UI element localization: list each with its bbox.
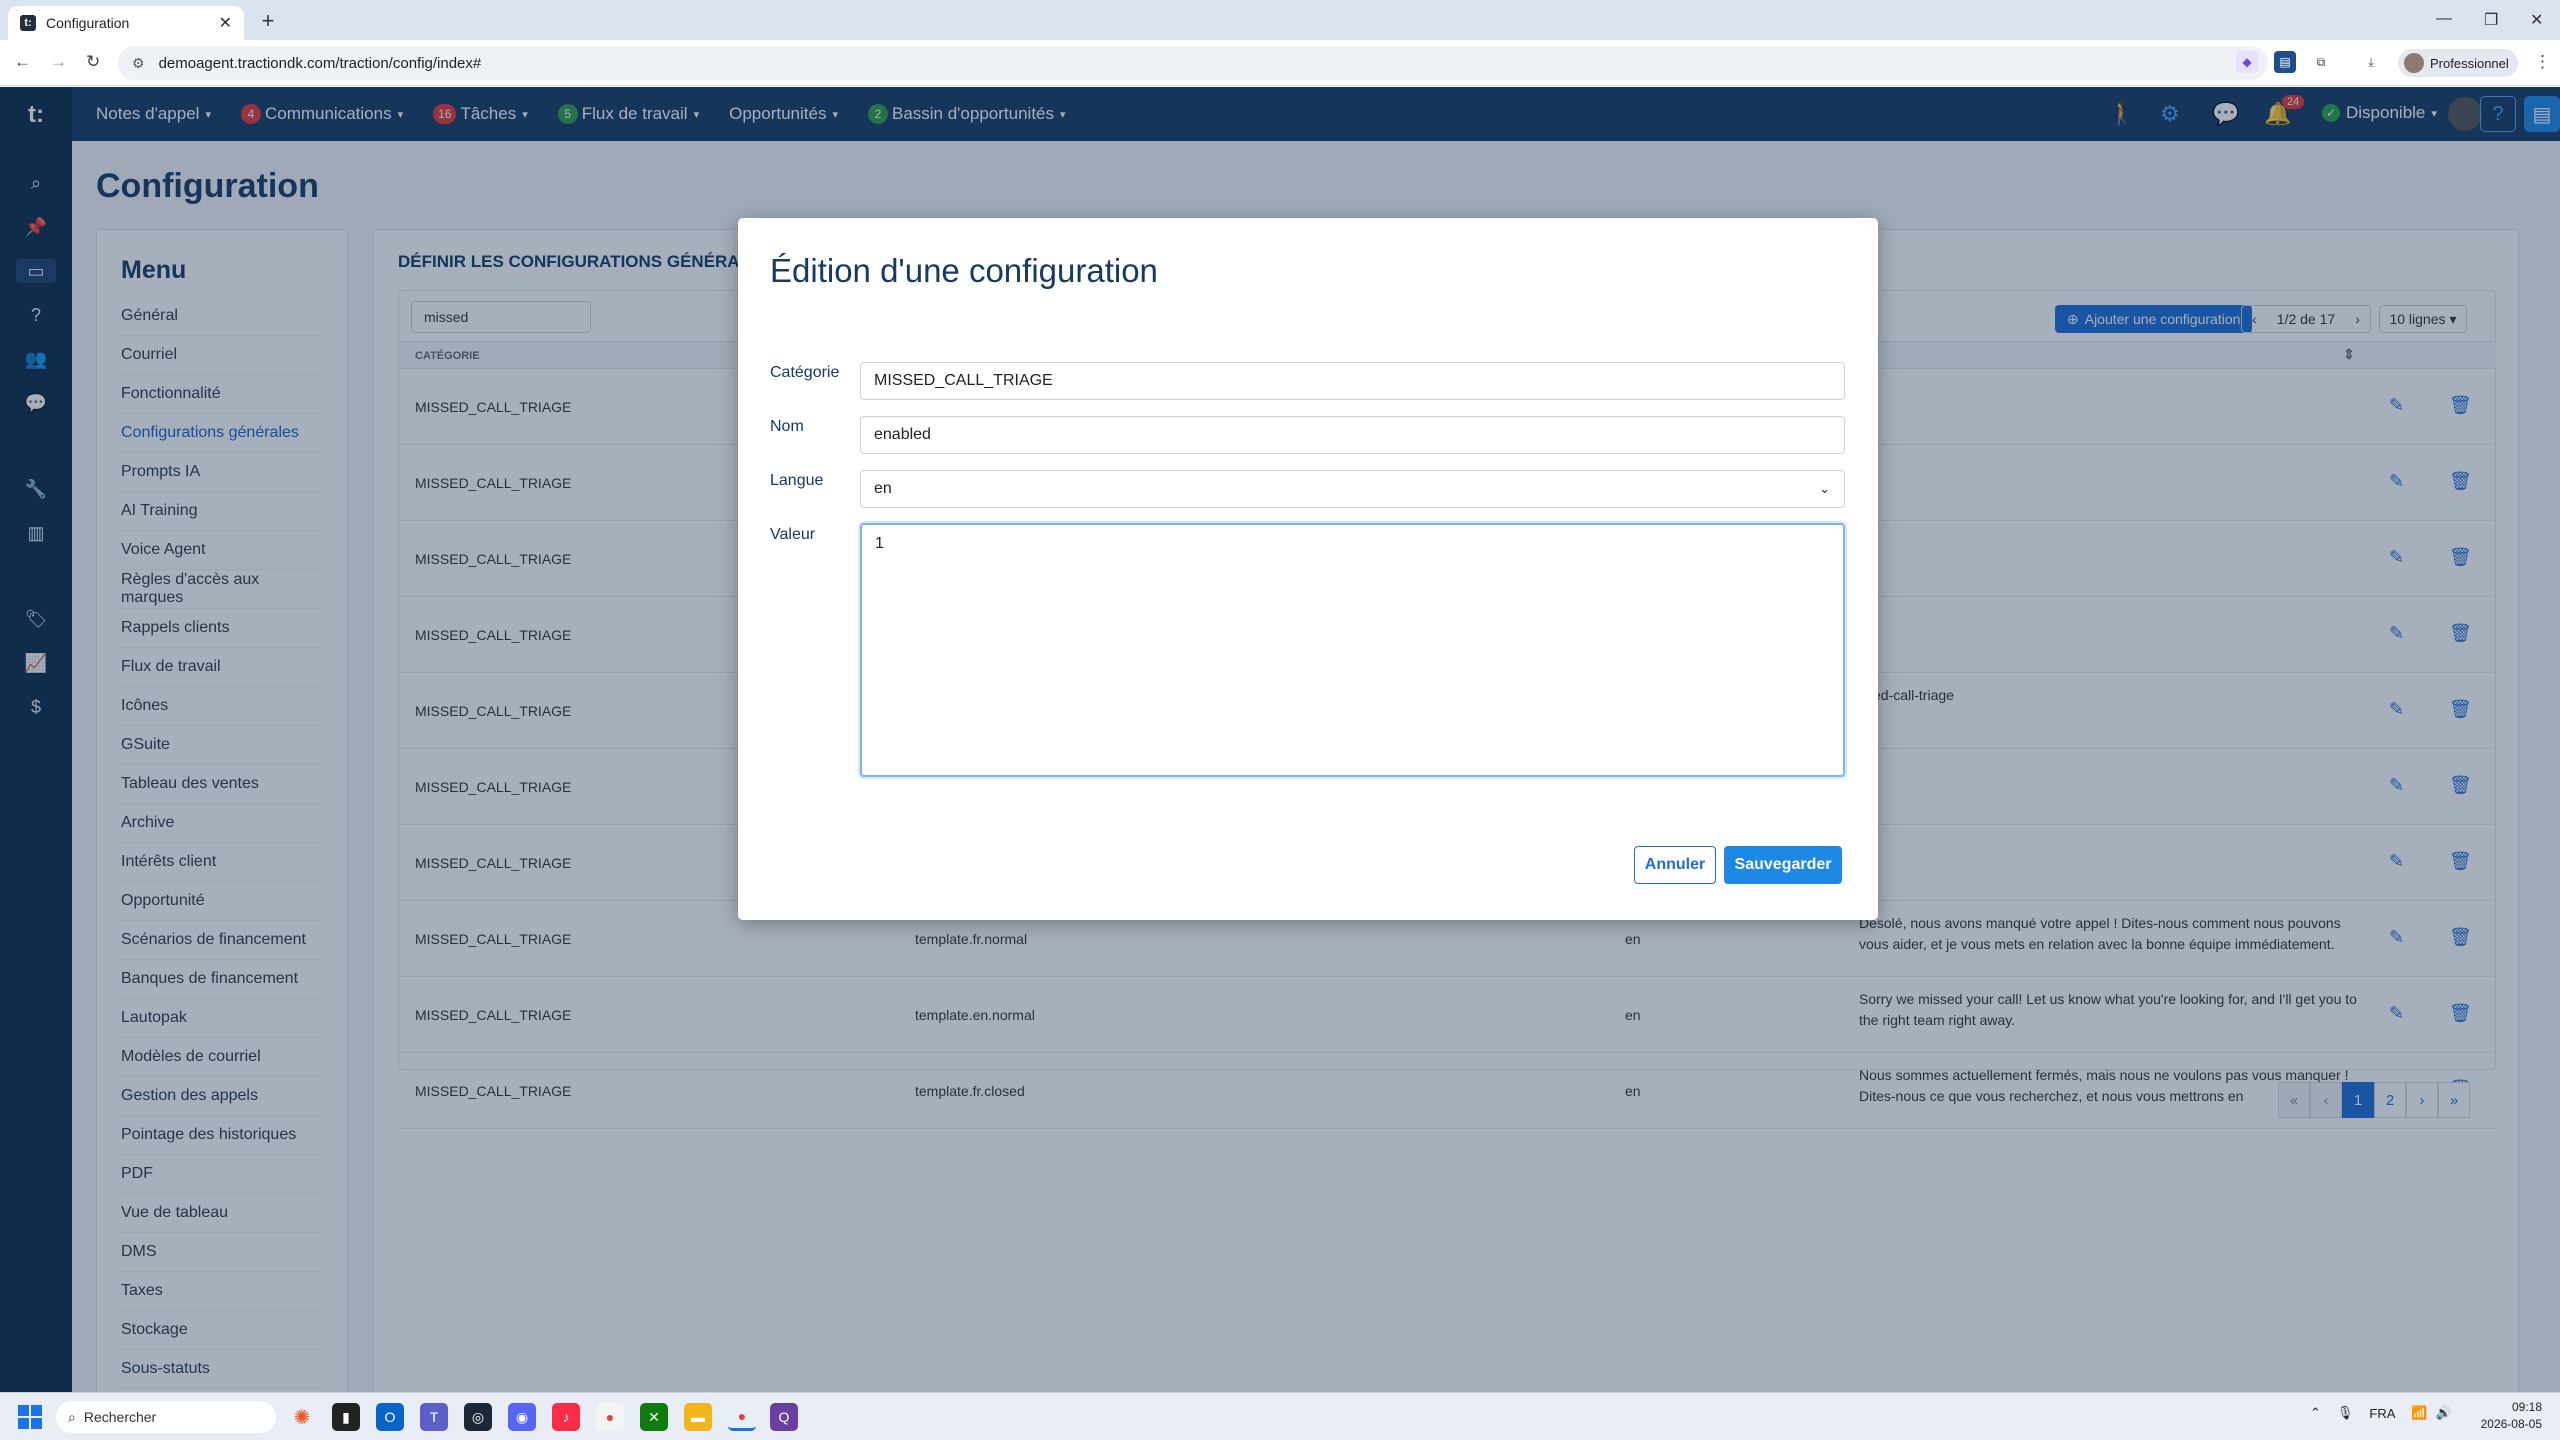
language-value: en <box>874 480 892 497</box>
extension-icon[interactable]: ▤ <box>2274 51 2296 73</box>
cancel-button[interactable]: Annuler <box>1634 846 1716 884</box>
puzzle-icon[interactable]: ⧉ <box>2310 51 2332 73</box>
volume-icon[interactable]: 🔊 <box>2436 1405 2452 1421</box>
browser-tabbar: t: Configuration ✕ + — ❐ ✕ <box>0 0 2560 40</box>
name-label: Nom <box>770 418 804 435</box>
mic-icon[interactable]: 🎙 <box>2337 1405 2354 1421</box>
category-field[interactable]: MISSED_CALL_TRIAGE <box>860 362 1845 400</box>
profile-avatar <box>2404 53 2424 73</box>
address-bar: ← → ↻ ⚙ demoagent.tractiondk.com/tractio… <box>0 40 2560 86</box>
folder-icon[interactable]: ▬ <box>684 1403 712 1431</box>
system-tray: ⌃ 🎙 FRA 📶 🔊 <box>2310 1405 2452 1421</box>
back-icon[interactable]: ← <box>14 52 31 72</box>
browser-tab[interactable]: t: Configuration ✕ <box>8 6 244 40</box>
save-button[interactable]: Sauvegarder <box>1724 846 1842 884</box>
url-text: demoagent.tractiondk.com/traction/config… <box>158 54 482 72</box>
url-field[interactable]: ⚙ demoagent.tractiondk.com/traction/conf… <box>118 46 2268 80</box>
search-icon: ⌕ <box>68 1408 76 1425</box>
edit-config-modal: Édition d'une configuration Catégorie MI… <box>738 218 1878 920</box>
chevron-up-icon[interactable]: ⌃ <box>2310 1405 2321 1421</box>
taskbar: ⌕ Rechercher ✺ ▮ O T ◎ ◉ ♪ ● ✕ ▬ ● Q ⌃ 🎙 … <box>0 1392 2560 1440</box>
clock[interactable]: 09:18 2026-08-05 <box>2474 1399 2542 1433</box>
browser-menu-icon[interactable]: ⋮ <box>2534 52 2551 72</box>
maximize-icon[interactable]: ❐ <box>2484 10 2498 30</box>
reload-icon[interactable]: ↻ <box>86 52 100 72</box>
tab-close-icon[interactable]: ✕ <box>219 13 232 33</box>
app-icon[interactable]: ✺ <box>288 1403 316 1431</box>
wifi-icon[interactable]: 📶 <box>2411 1405 2427 1421</box>
taskbar-search[interactable]: ⌕ Rechercher <box>56 1401 276 1433</box>
windows-start-icon[interactable] <box>18 1405 42 1429</box>
category-label: Catégorie <box>770 364 840 381</box>
teams-icon[interactable]: T <box>420 1403 448 1431</box>
steam-icon[interactable]: ◎ <box>464 1403 492 1431</box>
extension-icon[interactable]: ◆ <box>2236 51 2258 73</box>
profile-chip[interactable]: Professionnel <box>2398 49 2518 77</box>
chrome-active-icon[interactable]: ● <box>728 1403 756 1431</box>
minimize-icon[interactable]: — <box>2436 10 2452 28</box>
value-textarea[interactable]: 1 <box>860 523 1845 777</box>
discord-icon[interactable]: ◉ <box>508 1403 536 1431</box>
site-info-icon[interactable]: ⚙ <box>132 55 145 72</box>
music-icon[interactable]: ♪ <box>552 1403 580 1431</box>
language-select[interactable]: en ⌄ <box>860 470 1845 508</box>
tab-title: Configuration <box>46 15 130 31</box>
language-indicator[interactable]: FRA <box>2369 1406 2395 1421</box>
chevron-down-icon: ⌄ <box>1819 481 1830 496</box>
xbox-icon[interactable]: ✕ <box>640 1403 668 1431</box>
tab-favicon-icon: t: <box>20 15 36 31</box>
app-icon[interactable]: ▮ <box>332 1403 360 1431</box>
taskbar-search-label: Rechercher <box>83 1409 157 1425</box>
chrome-icon[interactable]: ● <box>596 1403 624 1431</box>
modal-title: Édition d'une configuration <box>770 252 1158 289</box>
close-window-icon[interactable]: ✕ <box>2530 10 2543 30</box>
profile-label: Professionnel <box>2430 55 2509 71</box>
date: 2026-08-05 <box>2480 1417 2542 1431</box>
language-label: Langue <box>770 472 824 489</box>
forward-icon[interactable]: → <box>50 52 67 72</box>
app-icon[interactable]: Q <box>770 1403 798 1431</box>
outlook-icon[interactable]: O <box>376 1403 404 1431</box>
new-tab-icon[interactable]: + <box>254 8 282 34</box>
time: 09:18 <box>2511 1400 2542 1414</box>
download-icon[interactable]: ⤓ <box>2360 51 2382 73</box>
value-label: Valeur <box>770 526 816 543</box>
name-field[interactable]: enabled <box>860 416 1845 454</box>
